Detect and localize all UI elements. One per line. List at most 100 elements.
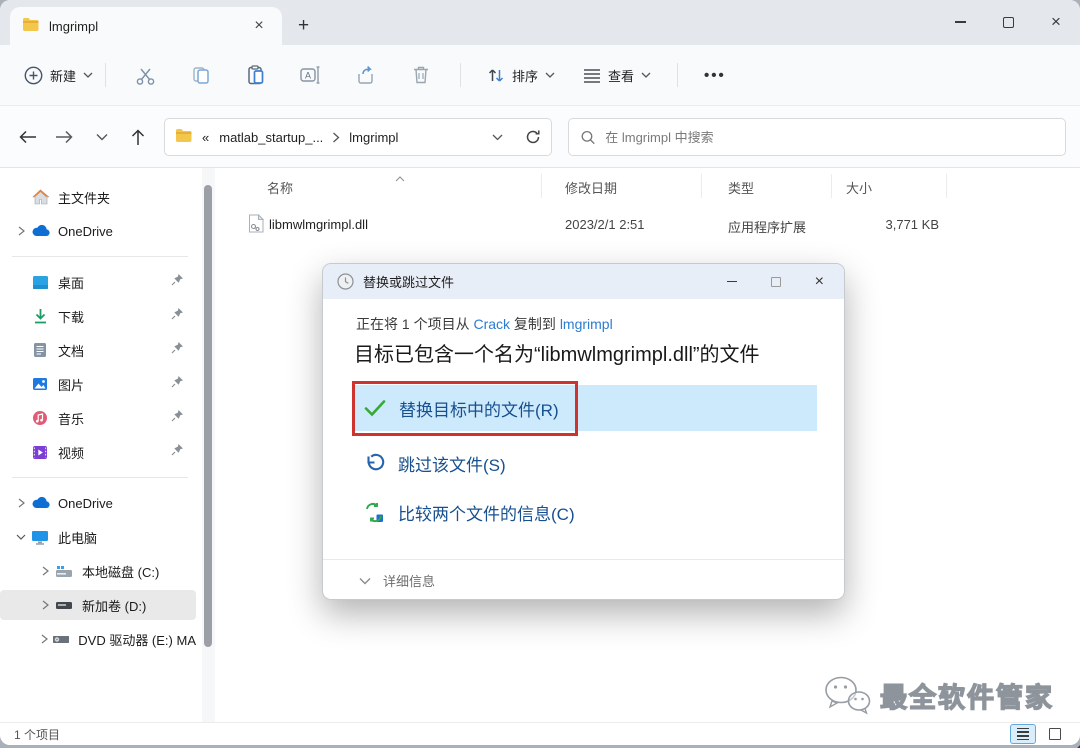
maximize-icon	[1002, 16, 1014, 28]
sidebar-item-desktop[interactable]: 桌面	[0, 267, 196, 297]
copy-button[interactable]	[173, 55, 228, 95]
sidebar-item-local-disk-c[interactable]: 本地磁盘 (C:)	[0, 556, 196, 586]
copy-status-line: 正在将 1 个项目从 Crack 复制到 lmgrimpl	[356, 314, 613, 334]
chevron-right-icon[interactable]	[36, 634, 52, 644]
clock-icon	[337, 273, 354, 290]
video-icon	[30, 445, 50, 460]
file-row[interactable]: libmwlmgrimpl.dll 2023/2/1 2:51 应用程序扩展 3…	[215, 210, 1080, 242]
column-divider[interactable]	[831, 174, 832, 198]
address-bar[interactable]: « matlab_startup_... lmgrimpl	[164, 118, 552, 156]
recent-locations-button[interactable]	[86, 122, 118, 152]
details-expander[interactable]: 详细信息	[323, 559, 844, 599]
breadcrumb-overflow[interactable]: «	[202, 130, 209, 145]
details-view-button[interactable]	[1010, 724, 1036, 744]
forward-button[interactable]	[48, 122, 80, 152]
breadcrumb-current[interactable]: lmgrimpl	[349, 130, 398, 145]
rename-button[interactable]: A	[283, 55, 338, 95]
cut-button[interactable]	[118, 55, 173, 95]
status-bar: 1 个项目	[0, 722, 1080, 745]
sidebar-item-label: 桌面	[58, 275, 85, 291]
command-toolbar: 新建 A 排序 查看 •••	[0, 45, 1080, 106]
pin-icon	[171, 273, 184, 291]
pin-icon	[171, 307, 184, 325]
column-header-modified[interactable]: 修改日期	[565, 178, 617, 197]
folder-icon	[175, 128, 192, 147]
home-icon	[30, 189, 50, 205]
item-count: 1 个项目	[14, 727, 61, 742]
chevron-right-icon[interactable]	[36, 600, 54, 610]
search-icon	[581, 130, 595, 144]
minimize-button[interactable]	[936, 0, 984, 44]
column-header-size[interactable]: 大小	[846, 178, 872, 197]
sidebar-item-videos[interactable]: 视频	[0, 437, 196, 467]
sidebar-item-downloads[interactable]: 下载	[0, 301, 196, 331]
svg-text:A: A	[305, 71, 311, 81]
file-type: 应用程序扩展	[728, 220, 807, 235]
replace-option-label: 替换目标中的文件(R)	[399, 400, 559, 420]
delete-button[interactable]	[393, 55, 448, 95]
sidebar-item-this-pc[interactable]: 此电脑	[0, 522, 196, 552]
arrow-up-icon	[131, 128, 145, 145]
sidebar-item-home[interactable]: 主文件夹	[0, 182, 196, 212]
more-options-button[interactable]: •••	[690, 67, 740, 84]
view-button[interactable]: 查看	[569, 66, 665, 85]
new-tab-button[interactable]: +	[298, 15, 309, 37]
column-divider[interactable]	[946, 174, 947, 198]
chevron-right-icon[interactable]	[12, 498, 30, 508]
drive-d-icon	[54, 601, 74, 610]
new-button-label: 新建	[50, 68, 77, 84]
chevron-down-icon	[96, 134, 108, 141]
sidebar-item-pictures[interactable]: 图片	[0, 369, 196, 399]
sidebar-item-music[interactable]: 音乐	[0, 403, 196, 433]
sidebar-item-onedrive-2[interactable]: OneDrive	[0, 488, 196, 518]
column-divider[interactable]	[701, 174, 702, 198]
tab-title: lmgrimpl	[49, 18, 99, 34]
refresh-icon[interactable]	[525, 129, 541, 145]
details-view-icon	[1017, 727, 1029, 741]
skip-file-option[interactable]: 跳过该文件(S)	[355, 447, 506, 479]
share-button[interactable]	[338, 55, 393, 95]
sidebar-item-dvd-drive-e[interactable]: DVD 驱动器 (E:) MA	[0, 624, 196, 654]
sidebar-item-label: 下载	[58, 309, 85, 325]
sidebar-item-onedrive[interactable]: OneDrive	[0, 216, 196, 246]
replace-file-option[interactable]: 替换目标中的文件(R)	[355, 385, 817, 431]
dialog-maximize-button[interactable]	[770, 276, 781, 287]
column-header-name[interactable]: 名称	[267, 178, 293, 197]
dvd-drive-icon	[52, 634, 70, 644]
sidebar-item-documents[interactable]: 文档	[0, 335, 196, 365]
copy-dest-link[interactable]: lmgrimpl	[560, 316, 613, 332]
compare-files-option[interactable]: 比较两个文件的信息(C)	[355, 496, 575, 528]
dialog-close-button[interactable]: ×	[815, 273, 824, 291]
sidebar-item-label: 本地磁盘 (C:)	[82, 564, 160, 580]
view-button-label: 查看	[608, 68, 635, 84]
chevron-right-icon[interactable]	[36, 566, 54, 576]
search-input[interactable]	[605, 129, 1053, 145]
back-button[interactable]	[12, 122, 44, 152]
up-button[interactable]	[122, 122, 154, 152]
sidebar-item-label: OneDrive	[58, 495, 113, 511]
sidebar-item-new-volume-d[interactable]: 新加卷 (D:)	[0, 590, 196, 620]
compare-option-label: 比较两个文件的信息(C)	[398, 504, 575, 524]
sidebar-item-label: 视频	[58, 445, 85, 461]
sidebar: 主文件夹 OneDrive 桌面 下载 文档 图片 音乐 视频 OneDrive…	[0, 168, 200, 722]
column-header-type[interactable]: 类型	[728, 178, 754, 197]
chevron-right-icon[interactable]	[12, 226, 30, 236]
column-divider[interactable]	[541, 174, 542, 198]
close-button[interactable]: ×	[1032, 0, 1080, 44]
sidebar-scrollbar[interactable]	[202, 168, 215, 722]
sort-button[interactable]: 排序	[473, 66, 569, 85]
tab-close-icon[interactable]: ×	[248, 17, 270, 35]
dialog-controls: ×	[726, 273, 824, 291]
copy-source-link[interactable]: Crack	[473, 316, 510, 332]
tab-lmgrimpl[interactable]: lmgrimpl ×	[10, 7, 282, 45]
scrollbar-thumb[interactable]	[204, 185, 212, 647]
address-dropdown-icon[interactable]	[492, 134, 503, 141]
file-size: 3,771 KB	[885, 217, 940, 232]
chevron-down-icon[interactable]	[12, 534, 30, 541]
dialog-minimize-button[interactable]	[726, 280, 737, 283]
search-box[interactable]	[568, 118, 1066, 156]
paste-button[interactable]	[228, 55, 283, 95]
maximize-button[interactable]	[984, 0, 1032, 44]
breadcrumb-parent[interactable]: matlab_startup_...	[219, 130, 323, 145]
new-button[interactable]: 新建	[24, 66, 93, 85]
